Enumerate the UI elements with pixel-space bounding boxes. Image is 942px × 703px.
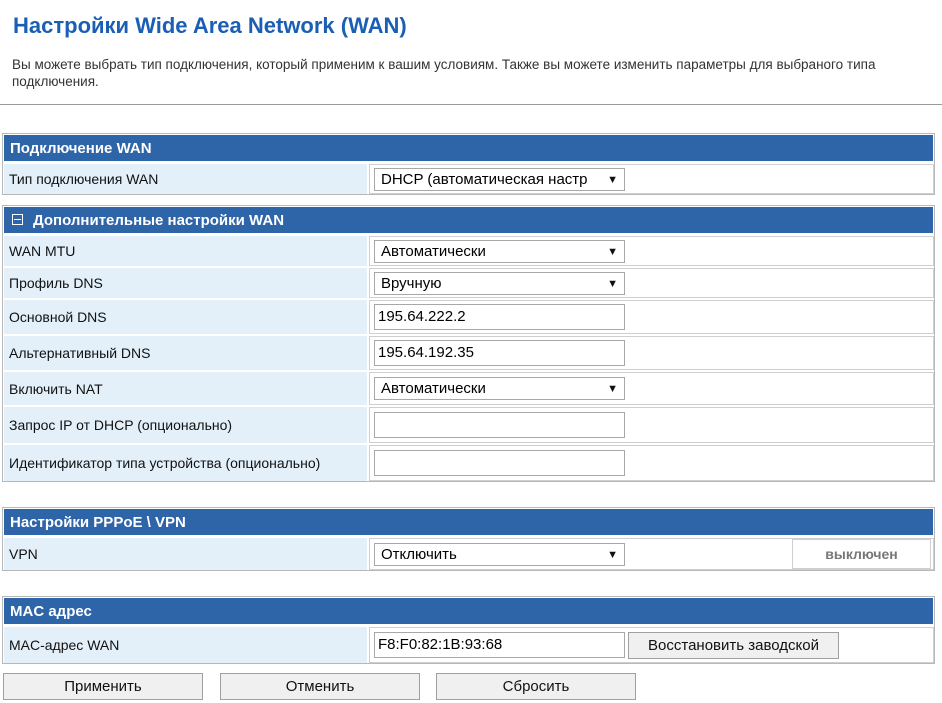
primary-dns-row: Основной DNS 195.64.222.2	[3, 298, 934, 334]
cancel-button[interactable]: Отменить	[220, 673, 420, 700]
dhcp-ip-label: Запрос IP от DHCP (опционально)	[3, 407, 369, 443]
vpn-row: VPN Отключить ▼ выключен	[3, 536, 934, 570]
dropdown-arrow-icon: ▼	[607, 383, 618, 395]
device-id-row: Идентификатор типа устройства (опциональ…	[3, 443, 934, 481]
wan-type-row: Тип подключения WAN DHCP (автоматическая…	[3, 162, 934, 194]
primary-dns-label: Основной DNS	[3, 300, 369, 334]
page-description: Вы можете выбрать тип подключения, котор…	[12, 57, 876, 89]
wan-connection-section: Подключение WAN Тип подключения WAN DHCP…	[2, 133, 935, 195]
advanced-wan-section: Дополнительные настройки WAN WAN MTU Авт…	[2, 205, 935, 482]
divider	[0, 104, 942, 105]
mac-section: MAC адрес MAC-адрес WAN F8:F0:82:1B:93:6…	[2, 596, 935, 664]
dns-profile-label: Профиль DNS	[3, 268, 369, 298]
wan-mac-label: MAC-адрес WAN	[3, 627, 369, 663]
dropdown-arrow-icon: ▼	[607, 173, 618, 186]
dns-profile-select[interactable]: Вручную ▼	[374, 271, 625, 295]
wan-mac-row: MAC-адрес WAN F8:F0:82:1B:93:68 Восстано…	[3, 625, 934, 663]
primary-dns-input[interactable]: 195.64.222.2	[374, 304, 625, 330]
wan-connection-header: Подключение WAN	[3, 134, 934, 162]
device-id-input[interactable]	[374, 450, 625, 476]
dropdown-arrow-icon: ▼	[607, 548, 618, 561]
dhcp-ip-row: Запрос IP от DHCP (опционально)	[3, 405, 934, 443]
page-title: Настройки Wide Area Network (WAN)	[13, 13, 407, 38]
wan-mac-input[interactable]: F8:F0:82:1B:93:68	[374, 632, 625, 658]
collapse-icon[interactable]	[12, 214, 23, 225]
pppoe-vpn-section: Настройки PPPoE \ VPN VPN Отключить ▼ вы…	[2, 507, 935, 571]
reset-button[interactable]: Сбросить	[436, 673, 636, 700]
mtu-select[interactable]: Автоматически ▼	[374, 239, 625, 263]
dropdown-arrow-icon: ▼	[607, 277, 618, 290]
advanced-wan-header[interactable]: Дополнительные настройки WAN	[3, 206, 934, 234]
dropdown-arrow-icon: ▼	[607, 245, 618, 258]
nat-row: Включить NAT Автоматически ▼	[3, 370, 934, 405]
wan-type-label: Тип подключения WAN	[3, 164, 369, 194]
nat-select[interactable]: Автоматически ▼	[374, 377, 625, 400]
wan-type-select[interactable]: DHCP (автоматическая настр ▼	[374, 167, 625, 191]
mac-header: MAC адрес	[3, 597, 934, 625]
pppoe-vpn-header: Настройки PPPoE \ VPN	[3, 508, 934, 536]
vpn-status: выключен	[792, 539, 931, 569]
alt-dns-row: Альтернативный DNS 195.64.192.35	[3, 334, 934, 370]
vpn-select[interactable]: Отключить ▼	[374, 542, 625, 566]
restore-mac-button[interactable]: Восстановить заводской	[628, 631, 839, 659]
nat-label: Включить NAT	[3, 372, 369, 405]
dhcp-ip-input[interactable]	[374, 412, 625, 438]
mtu-label: WAN MTU	[3, 236, 369, 266]
alt-dns-input[interactable]: 195.64.192.35	[374, 340, 625, 366]
dns-profile-row: Профиль DNS Вручную ▼	[3, 266, 934, 298]
mtu-row: WAN MTU Автоматически ▼	[3, 234, 934, 266]
device-id-label: Идентификатор типа устройства (опциональ…	[3, 445, 369, 481]
vpn-label: VPN	[3, 538, 369, 570]
apply-button[interactable]: Применить	[3, 673, 203, 700]
alt-dns-label: Альтернативный DNS	[3, 336, 369, 370]
